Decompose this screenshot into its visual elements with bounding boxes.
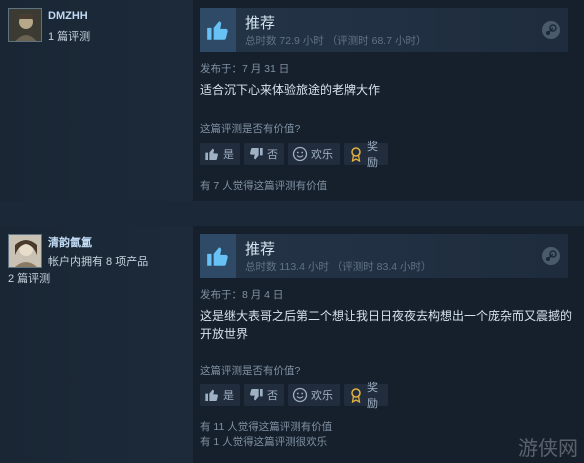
- review-header[interactable]: 推荐 总时数 72.9 小时 （评测时 68.7 小时）: [200, 8, 568, 52]
- reviewer-panel: DMZHH 1 篇评测: [0, 0, 193, 201]
- review-header[interactable]: 推荐 总时数 113.4 小时 （评测时 83.4 小时）: [200, 234, 568, 278]
- reviewer-panel: 清韵氤氲 帐户内拥有 8 项产品 2 篇评测: [0, 226, 193, 463]
- review-card: DMZHH 1 篇评测 推荐 总时数 72.9 小时 （评测时 68.7 小时）…: [0, 0, 584, 201]
- avatar[interactable]: [8, 8, 42, 42]
- vote-funny-label: 欢乐: [311, 149, 333, 161]
- helpful-count: 有 11 人觉得这篇评测有价值: [200, 421, 333, 433]
- review-text: 适合沉下心来体验旅途的老牌大作: [200, 83, 381, 97]
- avatar[interactable]: [8, 234, 42, 268]
- award-icon: [348, 387, 364, 404]
- vote-yes-button[interactable]: 是: [200, 384, 240, 406]
- steam-logo-icon: [542, 21, 560, 39]
- reviewer-review-count[interactable]: 1 篇评测: [48, 28, 90, 44]
- vote-yes-label: 是: [223, 149, 234, 161]
- helpful-question: 这篇评测是否有价值?: [200, 123, 301, 135]
- watermark: 游侠网: [518, 436, 578, 460]
- review-separator: [0, 201, 584, 226]
- thumbs-up-icon: [200, 8, 236, 52]
- vote-no-button[interactable]: 否: [244, 384, 284, 406]
- vote-no-label: 否: [267, 390, 278, 402]
- award-button[interactable]: 奖励: [344, 382, 388, 410]
- review-text: 这是继大表哥之后第二个想让我日日夜夜去构想出一个庞杂而又震撼的开放世界: [200, 309, 573, 341]
- thumbs-up-icon: [204, 387, 220, 403]
- playtime: 总时数 113.4 小时 （评测时 83.4 小时）: [245, 261, 432, 273]
- thumbs-up-icon: [200, 234, 236, 278]
- review-card: 清韵氤氲 帐户内拥有 8 项产品 2 篇评测 推荐 总时数 113.4 小时 （…: [0, 226, 584, 463]
- helpful-count: 有 7 人觉得这篇评测有价值: [200, 180, 328, 192]
- thumbs-down-icon: [248, 146, 264, 162]
- smiley-icon: [292, 387, 308, 403]
- helpful-question: 这篇评测是否有价值?: [200, 365, 301, 377]
- thumbs-up-icon: [204, 146, 220, 162]
- funny-count: 有 1 人觉得这篇评测很欢乐: [200, 436, 328, 448]
- posted-date: 发布于：7 月 31 日: [200, 63, 290, 75]
- vote-yes-button[interactable]: 是: [200, 143, 240, 165]
- playtime: 总时数 72.9 小时 （评测时 68.7 小时）: [245, 35, 427, 47]
- reviewer-review-count[interactable]: 2 篇评测: [8, 270, 50, 286]
- award-button[interactable]: 奖励: [344, 141, 388, 169]
- reviewer-products[interactable]: 帐户内拥有 8 项产品: [48, 253, 148, 269]
- award-label: 奖励: [367, 382, 378, 410]
- vote-funny-button[interactable]: 欢乐: [288, 143, 340, 165]
- award-label: 奖励: [367, 141, 378, 169]
- reviewer-name[interactable]: DMZHH: [48, 10, 88, 22]
- steam-logo-icon: [542, 247, 560, 265]
- award-icon: [348, 146, 364, 163]
- thumbs-down-icon: [248, 387, 264, 403]
- verdict-title: 推荐: [245, 15, 276, 32]
- reviewer-name[interactable]: 清韵氤氲: [48, 234, 92, 250]
- vote-funny-button[interactable]: 欢乐: [288, 384, 340, 406]
- vote-no-label: 否: [267, 149, 278, 161]
- verdict-title: 推荐: [245, 241, 276, 258]
- vote-yes-label: 是: [223, 390, 234, 402]
- smiley-icon: [292, 146, 308, 162]
- vote-funny-label: 欢乐: [311, 390, 333, 402]
- vote-no-button[interactable]: 否: [244, 143, 284, 165]
- posted-date: 发布于：8 月 4 日: [200, 289, 284, 301]
